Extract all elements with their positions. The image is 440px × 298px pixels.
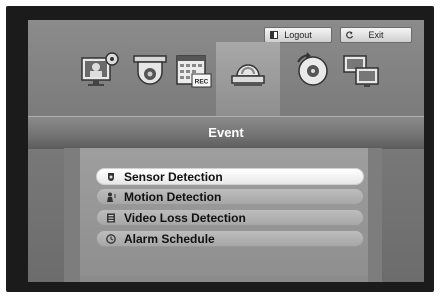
menu-item-motion-detection[interactable]: Motion Detection	[96, 188, 364, 205]
rec-badge: REC	[195, 79, 209, 86]
network-monitor-icon[interactable]	[342, 50, 382, 90]
video-loss-icon	[107, 213, 115, 223]
screen: Logout Exit REC Event Sensor Detection M…	[28, 20, 424, 282]
menu-item-alarm-schedule[interactable]: Alarm Schedule	[96, 230, 364, 247]
monitor-settings-icon[interactable]	[80, 50, 120, 90]
record-schedule-icon[interactable]: REC	[174, 50, 214, 90]
clock-icon	[106, 234, 116, 244]
main-menu-icons: REC	[28, 42, 424, 120]
panel-shade-left	[64, 148, 80, 282]
menu-item-label: Alarm Schedule	[124, 232, 215, 246]
camera-dome-icon[interactable]	[130, 50, 170, 90]
menu-item-label: Video Loss Detection	[124, 211, 246, 225]
menu-item-sensor-detection[interactable]: Sensor Detection	[96, 168, 364, 185]
sensor-icon	[108, 173, 114, 181]
menu-item-label: Motion Detection	[124, 190, 222, 204]
logout-label: Logout	[284, 30, 312, 40]
title-band: Event	[28, 116, 424, 149]
backup-disc-icon[interactable]	[292, 50, 332, 90]
menu-item-video-loss-detection[interactable]: Video Loss Detection	[96, 209, 364, 226]
logout-button[interactable]: Logout	[264, 27, 332, 43]
exit-label: Exit	[368, 30, 384, 40]
exit-button[interactable]: Exit	[340, 27, 412, 43]
event-siren-icon[interactable]	[228, 50, 268, 90]
menu-item-label: Sensor Detection	[124, 170, 223, 184]
panel-shade-right	[368, 148, 382, 282]
page-title: Event	[208, 125, 244, 140]
motion-icon	[107, 192, 116, 202]
monitor-bezel: Logout Exit REC Event Sensor Detection M…	[6, 6, 434, 292]
